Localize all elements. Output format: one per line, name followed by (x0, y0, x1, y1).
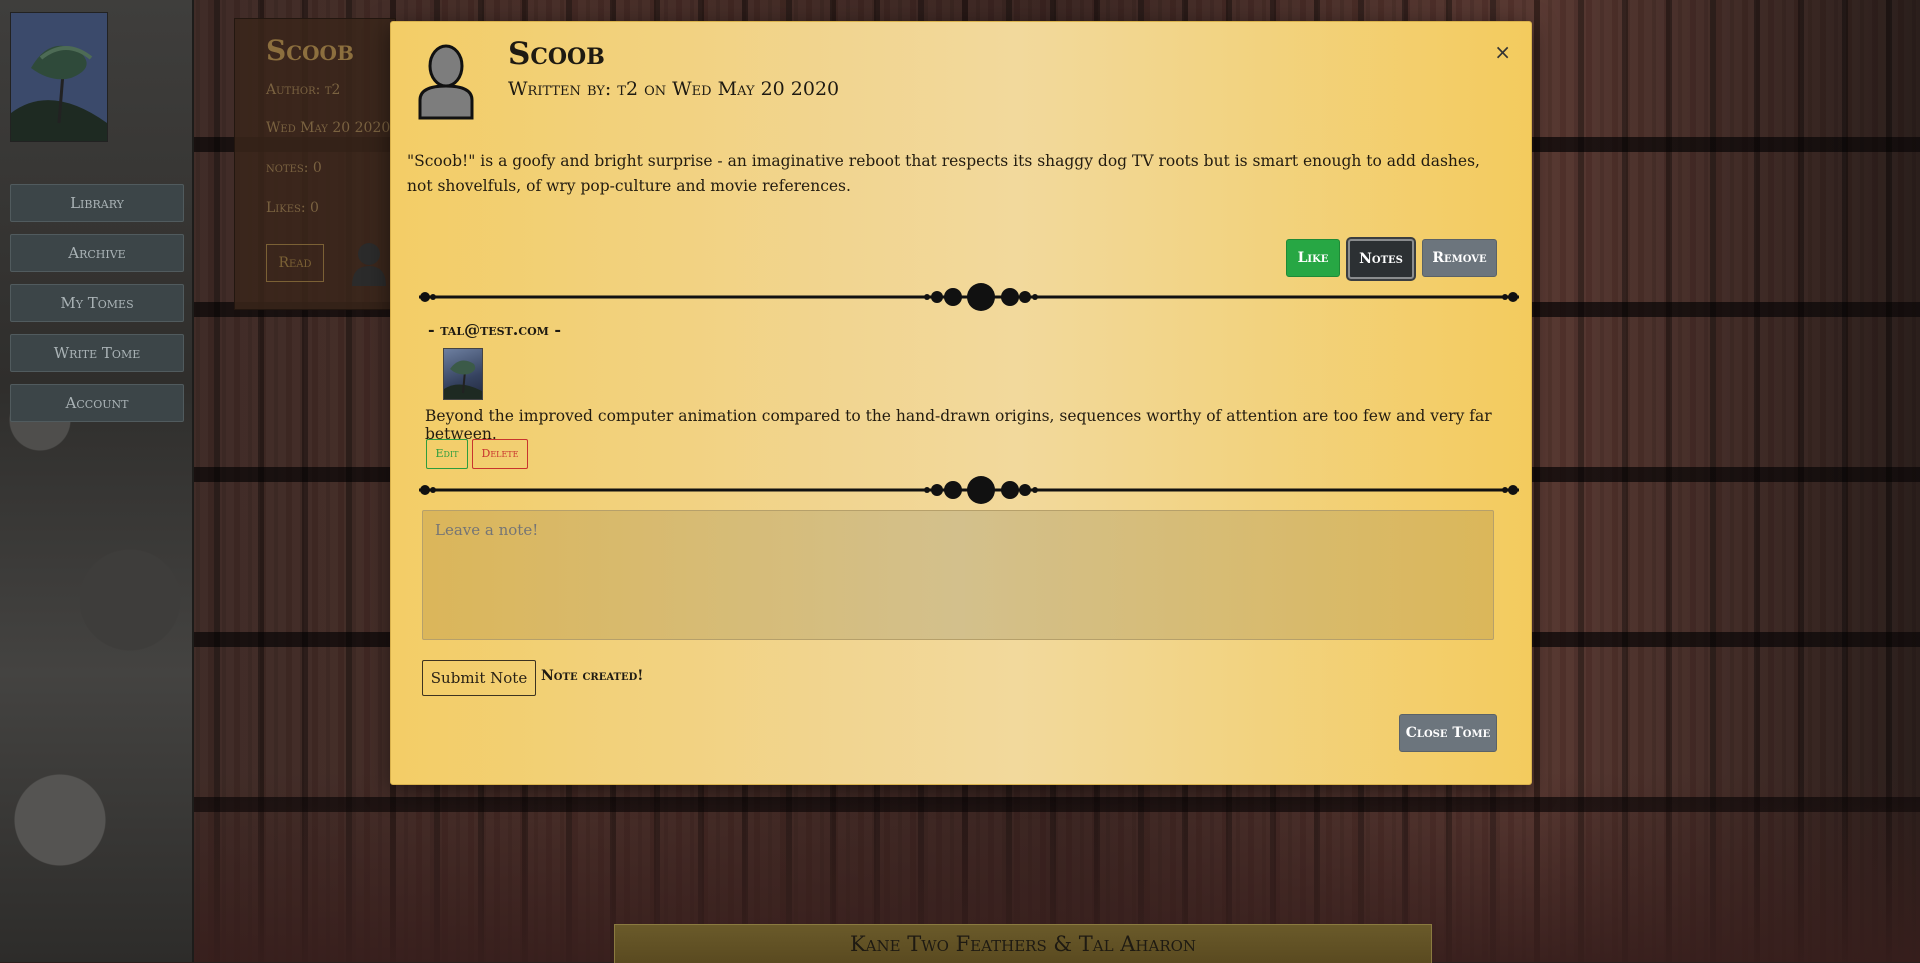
like-button[interactable]: Like (1286, 239, 1340, 277)
status-message: Note created! (541, 668, 644, 684)
close-tome-button[interactable]: Close Tome (1399, 714, 1497, 752)
app-logo[interactable] (10, 12, 108, 142)
tome-card-date: Wed May 20 2020 (266, 120, 391, 136)
note-author: - tal@test.com - (428, 320, 562, 339)
tome-card-author: Author: t2 (266, 82, 341, 98)
nav-library[interactable]: Library (10, 184, 184, 222)
submit-note-button[interactable]: Submit Note (422, 660, 536, 696)
user-avatar-icon (352, 243, 386, 286)
ornamental-divider (419, 283, 1519, 311)
main-nav: Library Archive My Tomes Write Tome Acco… (10, 184, 184, 434)
nav-archive[interactable]: Archive (10, 234, 184, 272)
modal-title: Scoob (508, 36, 605, 72)
delete-note-button[interactable]: Delete (472, 439, 528, 469)
modal-byline: Written by: t2 on Wed May 20 2020 (508, 78, 840, 100)
read-button[interactable]: Read (266, 244, 324, 282)
note-text: Beyond the improved computer animation c… (425, 407, 1492, 443)
tome-body-text: "Scoob!" is a goofy and bright surprise … (407, 152, 1480, 195)
ornamental-divider (419, 476, 1519, 504)
tome-card-likes-count: Likes: 0 (266, 200, 319, 216)
remove-button[interactable]: Remove (1422, 239, 1497, 277)
footer-credits: Kane Two Feathers & Tal Aharon (614, 924, 1432, 963)
tree-avatar-icon (444, 360, 482, 399)
note-author-avatar (443, 348, 483, 400)
sidebar: Library Archive My Tomes Write Tome Acco… (0, 0, 194, 962)
nav-my-tomes[interactable]: My Tomes (10, 284, 184, 322)
notes-button[interactable]: Notes (1348, 239, 1414, 279)
tome-card-notes-count: notes: 0 (266, 160, 322, 176)
close-icon[interactable]: × (1494, 40, 1511, 64)
tree-logo-icon (11, 13, 107, 141)
nav-account[interactable]: Account (10, 384, 184, 422)
note-input[interactable] (422, 510, 1494, 640)
tome-card-title: Scoob (266, 34, 354, 67)
nav-write-tome[interactable]: Write Tome (10, 334, 184, 372)
edit-note-button[interactable]: Edit (426, 439, 468, 469)
author-avatar-icon (418, 44, 474, 120)
tome-modal: × Scoob Written by: t2 on Wed May 20 202… (390, 21, 1532, 785)
